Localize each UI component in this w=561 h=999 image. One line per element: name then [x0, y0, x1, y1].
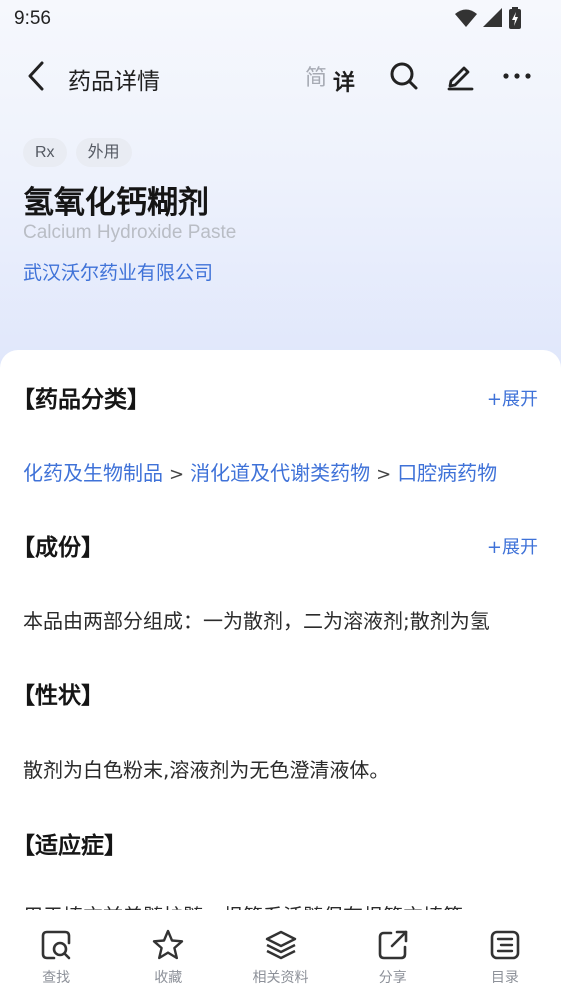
ingredients-expand-link[interactable]: +展开 [487, 533, 538, 559]
tab-label: 分享 [378, 970, 407, 986]
drug-english-name: Calcium Hydroxide Paste [23, 222, 237, 243]
indications-text: 用于填充前盖髓护髓、根管系活髓保存根管充填等 [23, 900, 463, 910]
pencil-icon [447, 66, 474, 91]
properties-title: 【性状】 [12, 683, 104, 709]
category-separator: > [376, 464, 392, 485]
cellular-signal-icon [483, 8, 502, 27]
back-button[interactable] [18, 58, 54, 94]
battery-icon [509, 7, 521, 29]
manufacturer-link[interactable]: 武汉沃尔药业有限公司 [23, 258, 213, 285]
rx-tag: Rx [23, 138, 67, 167]
tab-label: 收藏 [154, 970, 183, 986]
ingredients-title: 【成份】 [12, 535, 104, 561]
category-link[interactable]: 口腔病药物 [397, 461, 497, 485]
wifi-icon [455, 9, 477, 27]
status-bar: 9:56 [0, 0, 561, 38]
category-separator: > [169, 464, 185, 485]
catalog-icon [488, 928, 522, 962]
category-link[interactable]: 消化道及代谢类药物 [190, 461, 370, 485]
mode-detail-label[interactable]: 详 [333, 71, 355, 96]
layers-icon [264, 928, 298, 962]
star-icon [151, 928, 185, 962]
tab-label: 查找 [42, 970, 71, 986]
edit-button[interactable] [444, 60, 476, 92]
tab-favorite[interactable]: 收藏 [112, 910, 224, 999]
category-link[interactable]: 化药及生物制品 [23, 461, 163, 485]
share-icon [376, 928, 410, 962]
ingredients-text: 本品由两部分组成：一为散剂，二为溶液剂;散剂为氢 [23, 609, 490, 633]
classification-path: 化药及生物制品 > 消化道及代谢类药物 > 口腔病药物 [23, 457, 497, 486]
drug-detail-content[interactable]: 【药品分类】 +展开 化药及生物制品 > 消化道及代谢类药物 > 口腔病药物 【成份】 … [0, 350, 561, 910]
more-button[interactable] [501, 60, 533, 92]
status-icons [455, 7, 521, 29]
search-button[interactable] [388, 60, 420, 92]
simple-detail-toggle[interactable]: 简详 [305, 60, 355, 96]
properties-text: 散剂为白色粉末,溶液剂为无色澄清液体。 [23, 758, 390, 782]
back-arrow-icon [28, 61, 44, 91]
drug-name: 氢氧化钙糊剂 [23, 185, 209, 221]
tab-find[interactable]: 查找 [0, 910, 112, 999]
drug-tags: Rx 外用 [23, 138, 132, 167]
bottom-tab-bar: 查找 收藏 相关资料 分享 目录 [0, 910, 561, 999]
external-use-tag: 外用 [75, 138, 132, 167]
nav-bar: 药品详情 简详 [0, 48, 561, 106]
search-icon [390, 62, 418, 90]
tab-catalog[interactable]: 目录 [449, 910, 561, 999]
status-time: 9:56 [14, 8, 51, 29]
classification-title: 【药品分类】 [12, 387, 150, 413]
tab-share[interactable]: 分享 [337, 910, 449, 999]
classification-expand-link[interactable]: +展开 [487, 385, 538, 411]
more-dots-icon [503, 73, 531, 79]
tab-label: 目录 [490, 970, 519, 986]
tab-label: 相关资料 [252, 970, 309, 986]
page-title: 药品详情 [68, 69, 160, 95]
mode-simple-label[interactable]: 简 [305, 66, 327, 91]
tab-related-materials[interactable]: 相关资料 [224, 910, 336, 999]
search-doc-icon [39, 928, 73, 962]
indications-title: 【适应症】 [12, 833, 127, 859]
